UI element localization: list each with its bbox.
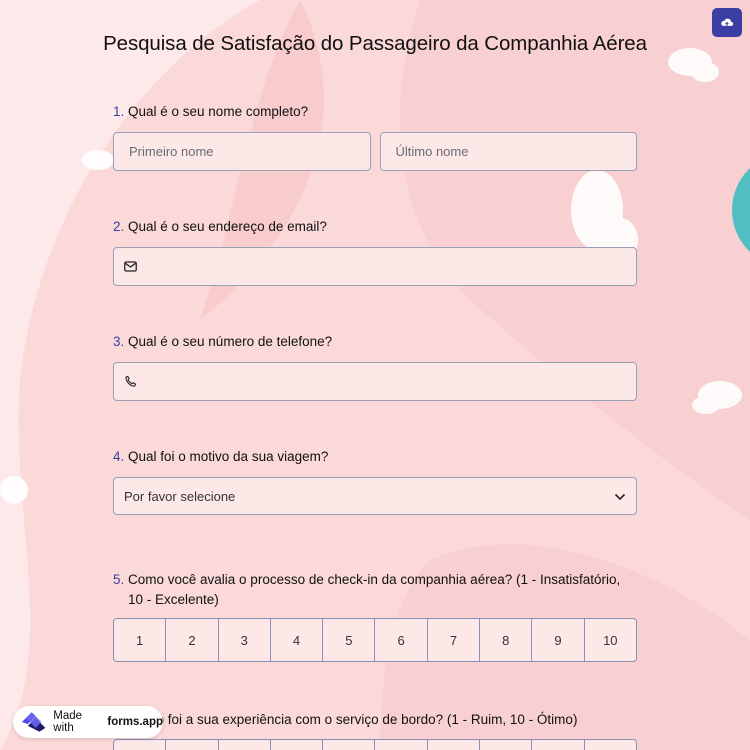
question-email: 2. Qual é o seu endereço de email? [113, 217, 637, 286]
question-number: 1. [113, 104, 125, 119]
question-travel-reason: 4. Qual foi o motivo da sua viagem? Por … [113, 447, 637, 515]
last-name-input[interactable] [380, 133, 636, 170]
rating-option[interactable] [271, 740, 324, 750]
question-checkin-rating: 5. Como você avalia o processo de check-… [113, 570, 637, 662]
rating-option[interactable] [114, 740, 167, 750]
rating-option[interactable] [323, 740, 376, 750]
made-with-forms-app-badge[interactable]: Made with forms.app [13, 706, 163, 738]
first-name-field [113, 132, 371, 171]
phone-input[interactable] [137, 363, 636, 400]
rating-option[interactable] [585, 740, 636, 750]
rating-option-3[interactable]: 3 [219, 619, 271, 661]
email-field [113, 247, 637, 286]
rating-option[interactable] [219, 740, 271, 750]
rating-option[interactable] [166, 740, 219, 750]
rating-option-10[interactable]: 10 [585, 619, 636, 661]
question-label: Qual é o seu endereço de email? [128, 219, 327, 234]
cloud-upload-icon [721, 18, 734, 26]
mail-icon [124, 260, 138, 274]
travel-reason-select[interactable]: Por favor selecione [113, 477, 637, 515]
chevron-down-icon [614, 489, 626, 504]
question-label: Qual é o seu número de telefone? [128, 334, 333, 349]
rating-option-1[interactable]: 1 [114, 619, 167, 661]
question-number: 3. [113, 334, 125, 349]
rating-option-6[interactable]: 6 [375, 619, 428, 661]
last-name-field [379, 132, 637, 171]
question-onboard-service-rating: 6. Como foi a sua experiência com o serv… [113, 710, 637, 750]
email-input[interactable] [137, 248, 636, 285]
rating-option-9[interactable]: 9 [532, 619, 585, 661]
question-label: Qual é o seu nome completo? [128, 104, 309, 119]
first-name-input[interactable] [114, 133, 370, 170]
forms-app-logo-icon [21, 712, 46, 732]
select-value: Por favor selecione [124, 488, 236, 504]
rating-option[interactable] [532, 740, 585, 750]
rating-option[interactable] [480, 740, 533, 750]
badge-brand: forms.app [107, 716, 163, 728]
phone-field [113, 362, 637, 401]
question-number: 2. [113, 219, 125, 234]
rating-option[interactable] [375, 740, 428, 750]
question-number: 5. [113, 572, 125, 587]
question-label: Como foi a sua experiência com o serviço… [128, 712, 578, 727]
rating-scale [113, 739, 637, 750]
question-number: 4. [113, 449, 125, 464]
rating-scale: 1 2 3 4 5 6 7 8 9 10 [113, 618, 637, 662]
page-title: Pesquisa de Satisfação do Passageiro da … [103, 32, 647, 55]
question-label: Qual foi o motivo da sua viagem? [128, 449, 329, 464]
question-full-name: 1. Qual é o seu nome completo? [113, 102, 637, 171]
badge-prefix: Made with [53, 710, 83, 734]
rating-option-5[interactable]: 5 [323, 619, 376, 661]
question-phone: 3. Qual é o seu número de telefone? [113, 332, 637, 401]
phone-icon [124, 375, 138, 389]
rating-option-7[interactable]: 7 [428, 619, 481, 661]
rating-option-2[interactable]: 2 [166, 619, 219, 661]
rating-option[interactable] [428, 740, 481, 750]
rating-option-4[interactable]: 4 [271, 619, 324, 661]
question-label: Como você avalia o processo de check-in … [128, 572, 621, 607]
rating-option-8[interactable]: 8 [480, 619, 533, 661]
